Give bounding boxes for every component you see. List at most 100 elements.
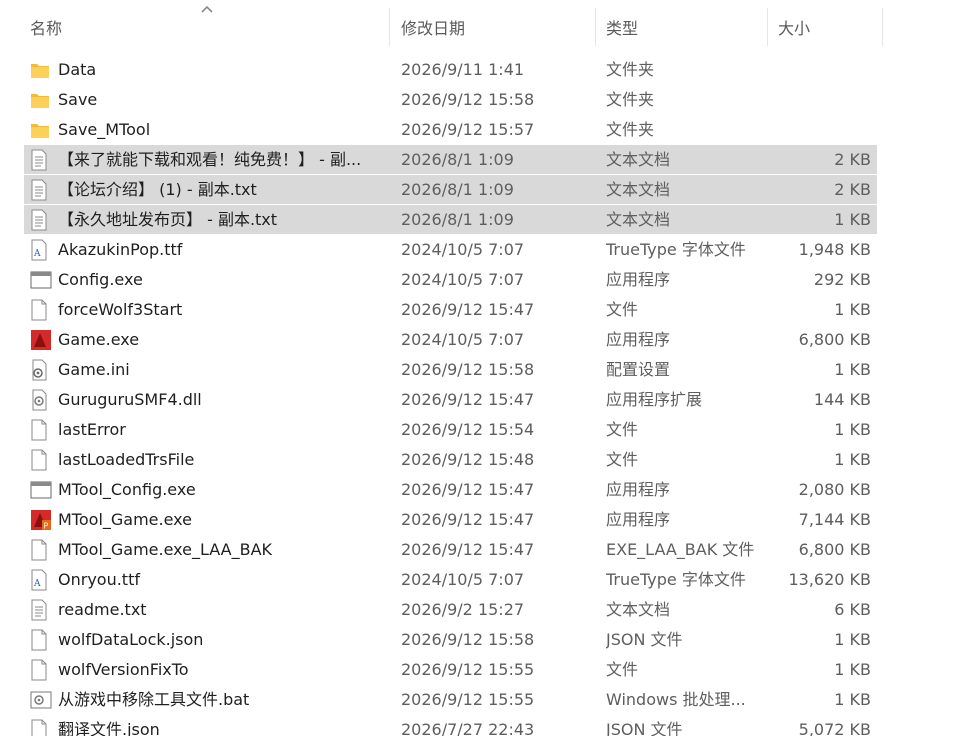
file-modified-date: 2026/8/1 1:09 [401, 150, 514, 169]
application-window-icon [30, 475, 52, 505]
file-size: 2,080 KB [798, 480, 871, 499]
svg-text:A: A [33, 249, 41, 259]
file-modified-date: 2026/9/12 15:55 [401, 660, 535, 679]
file-modified-date: 2026/9/12 15:47 [401, 510, 535, 529]
file-row[interactable]: Game.exe 2024/10/5 7:07 应用程序 6,800 KB [24, 325, 877, 355]
file-size: 144 KB [813, 390, 871, 409]
file-row[interactable]: MTool_Config.exe 2026/9/12 15:47 应用程序 2,080… [24, 475, 877, 505]
file-modified-date: 2026/9/12 15:58 [401, 90, 535, 109]
file-type: 文本文档 [606, 600, 671, 619]
file-type: 应用程序 [606, 480, 671, 499]
file-size: 2 KB [834, 180, 871, 199]
file-name: readme.txt [58, 600, 147, 619]
column-header-name[interactable]: 名称 [30, 18, 62, 40]
application-window-icon [30, 265, 52, 295]
file-type: EXE_LAA_BAK 文件 [606, 540, 755, 559]
settings-file-icon [30, 355, 52, 385]
file-row[interactable]: lastLoadedTrsFile 2026/9/12 15:48 文件 1 KB [24, 445, 877, 475]
file-type: 文件 [606, 660, 639, 679]
file-row[interactable]: 【永久地址发布页】 - 副本.txt 2026/8/1 1:09 文本文档 1 KB [24, 205, 877, 235]
svg-text:A: A [33, 579, 41, 589]
file-size: 1 KB [834, 450, 871, 469]
file-modified-date: 2026/9/11 1:41 [401, 60, 525, 79]
file-name: wolfVersionFixTo [58, 660, 189, 679]
file-row[interactable]: GuruguruSMF4.dll 2026/9/12 15:47 应用程序扩展 144… [24, 385, 877, 415]
file-name: Save_MTool [58, 120, 151, 139]
game-app-icon [30, 325, 52, 355]
blank-file-icon [30, 415, 52, 445]
column-header-size[interactable]: 大小 [778, 18, 810, 40]
column-divider[interactable] [767, 8, 768, 46]
file-row[interactable]: wolfDataLock.json 2026/9/12 15:58 JSON 文件 1… [24, 625, 877, 655]
text-document-icon [30, 205, 52, 235]
file-row[interactable]: 【来了就能下载和观看！纯免费！】 - 副... 2026/8/1 1:09 文本文档… [24, 145, 877, 175]
file-modified-date: 2026/7/27 22:43 [401, 720, 535, 736]
blank-file-icon [30, 535, 52, 565]
file-row[interactable]: lastError 2026/9/12 15:54 文件 1 KB [24, 415, 877, 445]
font-file-icon: A [30, 235, 52, 265]
file-modified-date: 2026/9/2 15:27 [401, 600, 525, 619]
file-name: 【来了就能下载和观看！纯免费！】 - 副... [58, 150, 362, 169]
column-divider[interactable] [882, 8, 883, 46]
sort-ascending-icon [201, 5, 213, 13]
file-name: lastError [58, 420, 126, 439]
file-row[interactable]: A Onryou.ttf 2024/10/5 7:07 TrueType 字体文件 13… [24, 565, 877, 595]
file-size: 1 KB [834, 690, 871, 709]
file-row[interactable]: 从游戏中移除工具文件.bat 2026/9/12 15:55 Windows 批处理… [24, 685, 877, 715]
file-row[interactable]: 【论坛介绍】 (1) - 副本.txt 2026/8/1 1:09 文本文档 2 KB [24, 175, 877, 205]
file-row[interactable]: Save 2026/9/12 15:58 文件夹 [24, 85, 877, 115]
file-name: forceWolf3Start [58, 300, 183, 319]
column-header-modified[interactable]: 修改日期 [401, 18, 465, 40]
file-row[interactable]: 翻译文件.json 2026/7/27 22:43 JSON 文件 5,072 KB [24, 715, 877, 736]
file-row[interactable]: Data 2026/9/11 1:41 文件夹 [24, 55, 877, 85]
text-document-icon [30, 595, 52, 625]
file-modified-date: 2026/9/12 15:48 [401, 450, 535, 469]
file-row[interactable]: readme.txt 2026/9/2 15:27 文本文档 6 KB [24, 595, 877, 625]
file-row[interactable]: Config.exe 2024/10/5 7:07 应用程序 292 KB [24, 265, 877, 295]
file-modified-date: 2026/9/12 15:58 [401, 360, 535, 379]
blank-file-icon [30, 295, 52, 325]
file-name: Onryou.ttf [58, 570, 140, 589]
file-size: 1 KB [834, 420, 871, 439]
file-name: GuruguruSMF4.dll [58, 390, 202, 409]
column-divider[interactable] [389, 8, 390, 46]
file-name: 【论坛介绍】 (1) - 副本.txt [58, 180, 257, 199]
file-row[interactable]: P MTool_Game.exe 2026/9/12 15:47 应用程序 7,144 … [24, 505, 877, 535]
file-type: 应用程序 [606, 270, 671, 289]
file-modified-date: 2026/8/1 1:09 [401, 210, 514, 229]
file-type: 文本文档 [606, 150, 671, 169]
file-type: 文件夹 [606, 90, 655, 109]
folder-icon [30, 115, 52, 145]
batch-file-icon [30, 685, 52, 715]
file-name: 翻译文件.json [58, 720, 160, 736]
file-modified-date: 2026/9/12 15:47 [401, 300, 535, 319]
file-modified-date: 2026/9/12 15:47 [401, 540, 535, 559]
file-name: Game.exe [58, 330, 140, 349]
file-size: 292 KB [813, 270, 871, 289]
file-type: 应用程序 [606, 510, 671, 529]
column-divider[interactable] [595, 8, 596, 46]
file-name: AkazukinPop.ttf [58, 240, 183, 259]
file-type: 应用程序 [606, 330, 671, 349]
file-name: MTool_Game.exe [58, 510, 192, 529]
file-type: TrueType 字体文件 [606, 570, 746, 589]
text-document-icon [30, 175, 52, 205]
dll-gear-icon [30, 385, 52, 415]
file-row[interactable]: Save_MTool 2026/9/12 15:57 文件夹 [24, 115, 877, 145]
file-row[interactable]: forceWolf3Start 2026/9/12 15:47 文件 1 KB [24, 295, 877, 325]
file-size: 1 KB [834, 660, 871, 679]
file-size [764, 115, 871, 145]
file-row[interactable]: wolfVersionFixTo 2026/9/12 15:55 文件 1 KB [24, 655, 877, 685]
file-type: Windows 批处理... [606, 690, 746, 709]
file-name: 【永久地址发布页】 - 副本.txt [58, 210, 278, 229]
file-size: 6 KB [834, 600, 871, 619]
file-size: 6,800 KB [798, 540, 871, 559]
file-row[interactable]: Game.ini 2026/9/12 15:58 配置设置 1 KB [24, 355, 877, 385]
file-row[interactable]: MTool_Game.exe_LAA_BAK 2026/9/12 15:47 EXE… [24, 535, 877, 565]
file-explorer-list: 名称 修改日期 类型 大小 Data 2026/9/11 1:41 文件夹 Save 2… [0, 0, 960, 736]
file-modified-date: 2026/9/12 15:54 [401, 420, 535, 439]
file-type: JSON 文件 [606, 630, 683, 649]
file-type: 配置设置 [606, 360, 671, 379]
column-header-type[interactable]: 类型 [606, 18, 638, 40]
file-row[interactable]: A AkazukinPop.ttf 2024/10/5 7:07 TrueType 字… [24, 235, 877, 265]
